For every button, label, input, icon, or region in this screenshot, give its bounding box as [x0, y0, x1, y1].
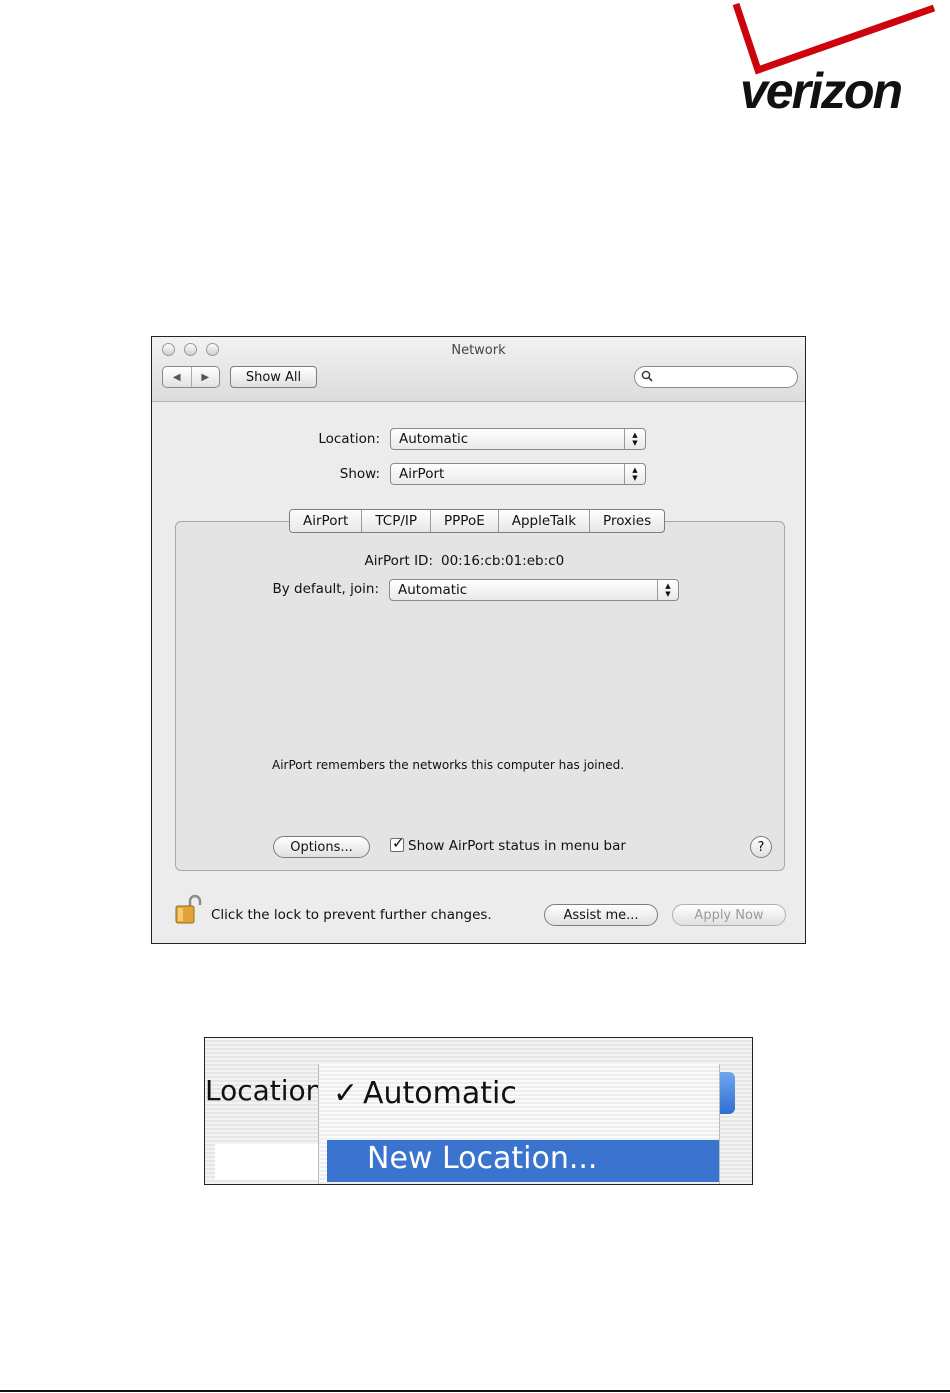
tab-pppoe[interactable]: PPPoE [430, 510, 498, 532]
checkmark-icon: ✓ [392, 834, 405, 852]
popup-arrows-icon: ▲ ▼ [624, 429, 645, 449]
tab-tcp-ip[interactable]: TCP/IP [361, 510, 430, 532]
page-bottom-rule [0, 1390, 950, 1392]
checkmark-icon: ✓ [333, 1076, 359, 1111]
search-input[interactable] [634, 366, 798, 388]
show-all-button[interactable]: Show All [230, 366, 317, 388]
verizon-logo: verizon [728, 0, 940, 124]
location-dropdown-menu: ✓ Automatic New Location... [318, 1064, 720, 1184]
default-join-label: By default, join: [272, 581, 380, 597]
show-value: AirPort [399, 466, 445, 482]
popup-arrows-icon: ▲ ▼ [624, 464, 645, 484]
remembers-note: AirPort remembers the networks this comp… [272, 758, 625, 772]
verizon-wordmark: verizon [740, 63, 903, 119]
location-value: Automatic [399, 431, 469, 447]
show-status-checkbox[interactable]: ✓ [390, 834, 405, 852]
show-popup[interactable]: AirPort ▲ ▼ [390, 463, 646, 485]
search-icon [641, 370, 653, 382]
tab-airport[interactable]: AirPort [290, 510, 362, 532]
airport-panel [175, 521, 785, 871]
lock-icon[interactable] [174, 893, 204, 925]
assist-me-button[interactable]: Assist me... [544, 904, 658, 926]
menu-item-new-location[interactable]: New Location... [327, 1140, 719, 1182]
location-label: Location: [318, 431, 380, 447]
airport-id-value: 00:16:cb:01:eb:c0 [441, 553, 565, 569]
lock-note: Click the lock to prevent further change… [211, 907, 492, 923]
window-title: Network [451, 343, 506, 358]
location-menu-screenshot: Location ✓ Automatic New Location... [204, 1037, 753, 1185]
show-status-label: Show AirPort status in menu bar [408, 838, 626, 854]
tab-appletalk[interactable]: AppleTalk [497, 510, 589, 532]
white-mask [215, 1144, 325, 1180]
default-join-value: Automatic [398, 582, 468, 598]
location-popup[interactable]: Automatic ▲ ▼ [390, 428, 646, 450]
forward-arrow-icon[interactable]: ▶ [190, 367, 220, 387]
help-button[interactable]: ? [750, 836, 772, 858]
window-titlebar: Network ◀ ▶ Show All [152, 337, 805, 402]
apply-now-button[interactable]: Apply Now [672, 904, 786, 926]
menu-item-new-location-label: New Location... [367, 1141, 598, 1176]
options-button[interactable]: Options... [273, 836, 370, 858]
popup-arrows-icon: ▲ ▼ [657, 580, 678, 600]
tab-bar: AirPort TCP/IP PPPoE AppleTalk Proxies [289, 509, 666, 533]
menu-item-automatic[interactable]: ✓ Automatic [333, 1076, 517, 1111]
back-arrow-icon[interactable]: ◀ [163, 367, 191, 387]
airport-id-label: AirPort ID: [364, 553, 433, 569]
menu-item-automatic-label: Automatic [363, 1076, 517, 1111]
back-forward-control: ◀ ▶ [162, 366, 220, 388]
location-menu-label: Location [205, 1074, 324, 1107]
default-join-popup[interactable]: Automatic ▲ ▼ [389, 579, 679, 601]
tab-proxies[interactable]: Proxies [589, 510, 664, 532]
show-label: Show: [339, 466, 380, 482]
network-window: Network ◀ ▶ Show All Location: Automatic… [151, 336, 806, 944]
